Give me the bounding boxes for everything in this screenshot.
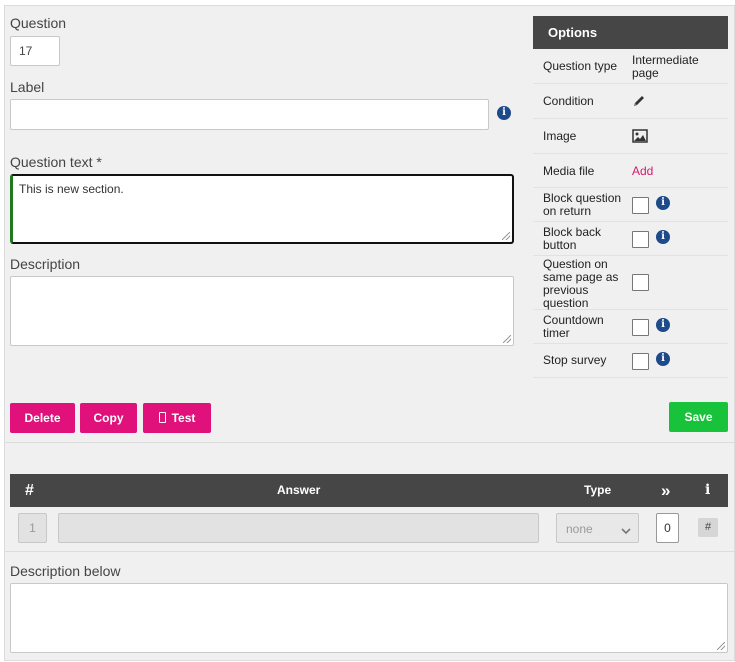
option-name: Block question on return bbox=[543, 191, 622, 218]
question-number-input[interactable]: 17 bbox=[10, 36, 60, 66]
answer-type-select[interactable]: none bbox=[556, 513, 639, 543]
option-value: Intermediate page bbox=[632, 53, 699, 80]
answer-text-field[interactable] bbox=[58, 513, 539, 543]
option-name: Media file bbox=[543, 164, 595, 178]
label-info-icon[interactable]: i bbox=[497, 106, 511, 120]
divider bbox=[5, 551, 734, 552]
question-text-label: Question text * bbox=[10, 154, 102, 170]
stop-survey-info-icon[interactable]: i bbox=[656, 352, 670, 366]
option-block-question-on-return: Block question on return i bbox=[533, 188, 728, 222]
question-editor: Question 17 Label i Question text * This… bbox=[4, 5, 735, 661]
info-column-icon: i bbox=[705, 482, 711, 498]
copy-button[interactable]: Copy bbox=[80, 403, 137, 433]
answer-jump-field[interactable]: 0 bbox=[656, 513, 679, 543]
block-back-checkbox[interactable] bbox=[632, 231, 649, 248]
option-name: Image bbox=[543, 129, 577, 143]
option-name: Block back button bbox=[543, 225, 602, 252]
block-back-info-icon[interactable]: i bbox=[656, 230, 670, 244]
description-below-label: Description below bbox=[10, 563, 121, 579]
delete-button[interactable]: Delete bbox=[10, 403, 75, 433]
option-image: Image bbox=[533, 119, 728, 154]
pencil-icon[interactable] bbox=[632, 94, 646, 113]
option-condition: Condition bbox=[533, 84, 728, 119]
answer-column-header: Answer bbox=[277, 483, 321, 497]
test-button-label: Test bbox=[171, 411, 196, 425]
option-name: Stop survey bbox=[543, 353, 607, 367]
save-button[interactable]: Save bbox=[669, 402, 728, 432]
option-stop-survey: Stop survey i bbox=[533, 344, 728, 378]
description-input[interactable] bbox=[10, 276, 514, 346]
test-button[interactable]: Test bbox=[143, 403, 211, 433]
phone-icon bbox=[158, 412, 166, 423]
countdown-checkbox[interactable] bbox=[632, 319, 649, 336]
option-block-back-button: Block back button i bbox=[533, 222, 728, 256]
label-label: Label bbox=[10, 79, 45, 95]
stop-survey-checkbox[interactable] bbox=[632, 353, 649, 370]
same-page-checkbox[interactable] bbox=[632, 274, 649, 291]
question-label: Question bbox=[10, 15, 67, 31]
label-input[interactable] bbox=[10, 99, 489, 130]
jump-icon: » bbox=[661, 481, 671, 500]
description-label: Description bbox=[10, 256, 81, 272]
option-same-page: Question on same page as previous questi… bbox=[533, 256, 728, 310]
block-question-info-icon[interactable]: i bbox=[656, 196, 670, 210]
answer-type-value: none bbox=[566, 522, 593, 536]
question-text-input[interactable]: This is new section. bbox=[10, 174, 514, 244]
description-below-input[interactable] bbox=[10, 583, 728, 653]
add-media-link[interactable]: Add bbox=[632, 165, 653, 178]
resize-grip-icon[interactable] bbox=[503, 335, 511, 343]
option-name: Question on same page as previous questi… bbox=[543, 257, 619, 310]
option-name: Question type bbox=[543, 59, 618, 73]
answer-number-field[interactable]: 1 bbox=[18, 513, 47, 543]
divider bbox=[5, 442, 734, 443]
block-question-checkbox[interactable] bbox=[632, 197, 649, 214]
countdown-info-icon[interactable]: i bbox=[656, 318, 670, 332]
option-name: Condition bbox=[543, 94, 594, 108]
question-text-value: This is new section. bbox=[19, 182, 124, 196]
resize-grip-icon[interactable] bbox=[502, 232, 510, 240]
type-column-header: Type bbox=[584, 483, 612, 497]
answer-hash-button[interactable]: # bbox=[698, 518, 718, 537]
option-media-file: Media file Add bbox=[533, 154, 728, 188]
answers-header: # Answer Type » i bbox=[10, 474, 728, 507]
option-question-type: Question type Intermediate page bbox=[533, 49, 728, 84]
option-name: Countdown timer bbox=[543, 313, 604, 340]
option-countdown-timer: Countdown timer i bbox=[533, 310, 728, 344]
chevron-down-icon bbox=[621, 524, 631, 538]
resize-grip-icon[interactable] bbox=[717, 642, 725, 650]
number-column-header: # bbox=[25, 482, 34, 499]
image-icon[interactable] bbox=[632, 129, 648, 148]
options-header: Options bbox=[533, 16, 728, 49]
